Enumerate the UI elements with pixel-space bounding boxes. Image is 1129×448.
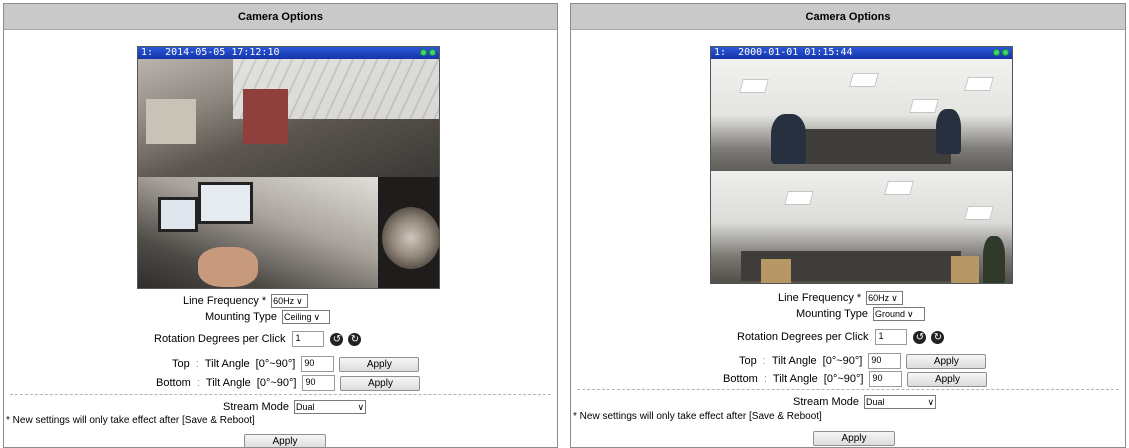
mounting-type-row: Mounting Type Ground ∨ bbox=[796, 307, 925, 321]
chevron-down-icon: ∨ bbox=[296, 295, 303, 306]
top-tilt-input[interactable]: 90 bbox=[868, 353, 902, 369]
divider bbox=[10, 394, 551, 395]
separator: : bbox=[762, 355, 766, 367]
required-mark: * bbox=[856, 292, 862, 304]
rotation-label: Rotation Degrees per Click bbox=[154, 333, 286, 345]
panorama-view-bottom bbox=[711, 171, 1012, 283]
top-tilt-apply-button[interactable]: Apply bbox=[906, 353, 987, 369]
stream-mode-label: Stream Mode bbox=[223, 401, 290, 413]
panel-title: Camera Options bbox=[4, 4, 557, 30]
bottom-tilt-input[interactable]: 90 bbox=[302, 375, 336, 391]
rotate-right-icon[interactable]: ↻ bbox=[931, 330, 945, 344]
video-osd-bar: 1: 2000-01-01 01:15:44 bbox=[711, 47, 1012, 59]
top-tilt-range: [0°~90°] bbox=[822, 355, 863, 367]
video-channel: 1: bbox=[714, 47, 727, 58]
bottom-tilt-label: Tilt Angle bbox=[772, 373, 818, 385]
rotation-degrees-input[interactable]: 1 bbox=[292, 331, 325, 347]
camera-options-panel-ceiling: Camera Options 1: 2014-05-05 17:12:10 Li… bbox=[3, 3, 558, 448]
line-frequency-select[interactable]: 60Hz ∨ bbox=[271, 294, 309, 308]
rotation-degrees-input[interactable]: 1 bbox=[875, 329, 908, 345]
stream-mode-value: Dual bbox=[296, 402, 315, 412]
top-tilt-row: Top : Tilt Angle [0°~90°] 90 Apply bbox=[172, 356, 420, 372]
top-tilt-label: Tilt Angle bbox=[204, 358, 250, 370]
camera-live-view: 1: 2014-05-05 17:12:10 bbox=[137, 46, 440, 289]
line-frequency-value: 60Hz bbox=[273, 296, 295, 306]
stream-mode-value: Dual bbox=[866, 397, 885, 407]
stream-mode-row: Stream Mode Dual ∨ bbox=[793, 395, 937, 409]
line-frequency-value: 60Hz bbox=[868, 293, 890, 303]
bottom-tilt-range: [0°~90°] bbox=[823, 373, 864, 385]
status-indicator-icon bbox=[993, 49, 1009, 56]
stream-mode-select[interactable]: Dual ∨ bbox=[294, 400, 367, 414]
mounting-type-value: Ceiling bbox=[283, 312, 312, 322]
camera-live-view: 1: 2000-01-01 01:15:44 bbox=[710, 46, 1013, 284]
camera-options-panel-ground: Camera Options 1: 2000-01-01 01:15:44 Li… bbox=[570, 3, 1126, 448]
video-channel: 1: bbox=[141, 47, 154, 58]
video-timestamp: 2014-05-05 17:12:10 bbox=[165, 47, 280, 58]
chevron-down-icon: ∨ bbox=[927, 396, 935, 407]
panorama-view-top bbox=[138, 59, 439, 177]
bottom-tilt-label: Tilt Angle bbox=[205, 377, 251, 389]
bottom-tilt-row: Bottom : Tilt Angle [0°~90°] 90 Apply bbox=[723, 371, 988, 387]
settings-note: * New settings will only take effect aft… bbox=[6, 415, 255, 426]
rotate-left-icon[interactable]: ↺ bbox=[330, 332, 344, 346]
line-frequency-select[interactable]: 60Hz ∨ bbox=[866, 291, 904, 305]
rotate-left-icon[interactable]: ↺ bbox=[913, 330, 927, 344]
bottom-tilt-range: [0°~90°] bbox=[256, 377, 297, 389]
bottom-tilt-position: Bottom bbox=[156, 377, 191, 389]
top-tilt-label: Tilt Angle bbox=[771, 355, 817, 367]
rotation-label: Rotation Degrees per Click bbox=[737, 331, 869, 343]
rotation-row: Rotation Degrees per Click 1 ↺ ↻ bbox=[154, 331, 362, 347]
line-frequency-label: Line Frequency bbox=[778, 292, 854, 304]
status-indicator-icon bbox=[420, 49, 436, 56]
separator: : bbox=[195, 358, 199, 370]
chevron-down-icon: ∨ bbox=[891, 292, 898, 303]
stream-mode-row: Stream Mode Dual ∨ bbox=[223, 400, 367, 414]
mounting-type-value: Ground bbox=[874, 309, 905, 319]
chevron-down-icon: ∨ bbox=[357, 401, 365, 412]
panel-title: Camera Options bbox=[571, 4, 1125, 30]
apply-button[interactable]: Apply bbox=[244, 434, 326, 447]
bottom-tilt-input[interactable]: 90 bbox=[869, 371, 903, 387]
mounting-type-select[interactable]: Ground ∨ bbox=[872, 307, 925, 321]
separator: : bbox=[763, 373, 767, 385]
line-frequency-label: Line Frequency bbox=[183, 295, 259, 307]
chevron-down-icon: ∨ bbox=[313, 311, 321, 322]
top-tilt-apply-button[interactable]: Apply bbox=[339, 356, 420, 372]
top-tilt-position: Top bbox=[172, 358, 190, 370]
required-mark: * bbox=[261, 295, 267, 307]
line-frequency-row: Line Frequency * 60Hz ∨ bbox=[778, 291, 904, 305]
fisheye-view bbox=[378, 177, 439, 288]
video-timestamp: 2000-01-01 01:15:44 bbox=[738, 47, 853, 58]
top-tilt-position: Top bbox=[739, 355, 757, 367]
bottom-tilt-apply-button[interactable]: Apply bbox=[907, 371, 988, 387]
rotation-row: Rotation Degrees per Click 1 ↺ ↻ bbox=[737, 329, 945, 345]
mounting-type-row: Mounting Type Ceiling ∨ bbox=[205, 310, 330, 324]
top-tilt-row: Top : Tilt Angle [0°~90°] 90 Apply bbox=[739, 353, 987, 369]
top-tilt-input[interactable]: 90 bbox=[301, 356, 335, 372]
mounting-type-label: Mounting Type bbox=[205, 311, 277, 323]
divider bbox=[577, 389, 1119, 390]
bottom-tilt-apply-button[interactable]: Apply bbox=[340, 375, 421, 391]
bottom-tilt-row: Bottom : Tilt Angle [0°~90°] 90 Apply bbox=[156, 375, 421, 391]
bottom-tilt-position: Bottom bbox=[723, 373, 758, 385]
settings-note: * New settings will only take effect aft… bbox=[573, 411, 822, 422]
separator: : bbox=[196, 377, 200, 389]
apply-button[interactable]: Apply bbox=[813, 431, 895, 446]
top-tilt-range: [0°~90°] bbox=[255, 358, 296, 370]
chevron-down-icon: ∨ bbox=[907, 308, 914, 319]
video-osd-bar: 1: 2014-05-05 17:12:10 bbox=[138, 47, 439, 59]
panorama-view-bottom bbox=[138, 177, 378, 288]
stream-mode-select[interactable]: Dual ∨ bbox=[864, 395, 937, 409]
stream-mode-label: Stream Mode bbox=[793, 396, 860, 408]
mounting-type-label: Mounting Type bbox=[796, 308, 868, 320]
line-frequency-row: Line Frequency * 60Hz ∨ bbox=[183, 294, 309, 308]
panorama-view-top bbox=[711, 59, 1012, 171]
mounting-type-select[interactable]: Ceiling ∨ bbox=[281, 310, 330, 324]
rotate-right-icon[interactable]: ↻ bbox=[348, 332, 362, 346]
